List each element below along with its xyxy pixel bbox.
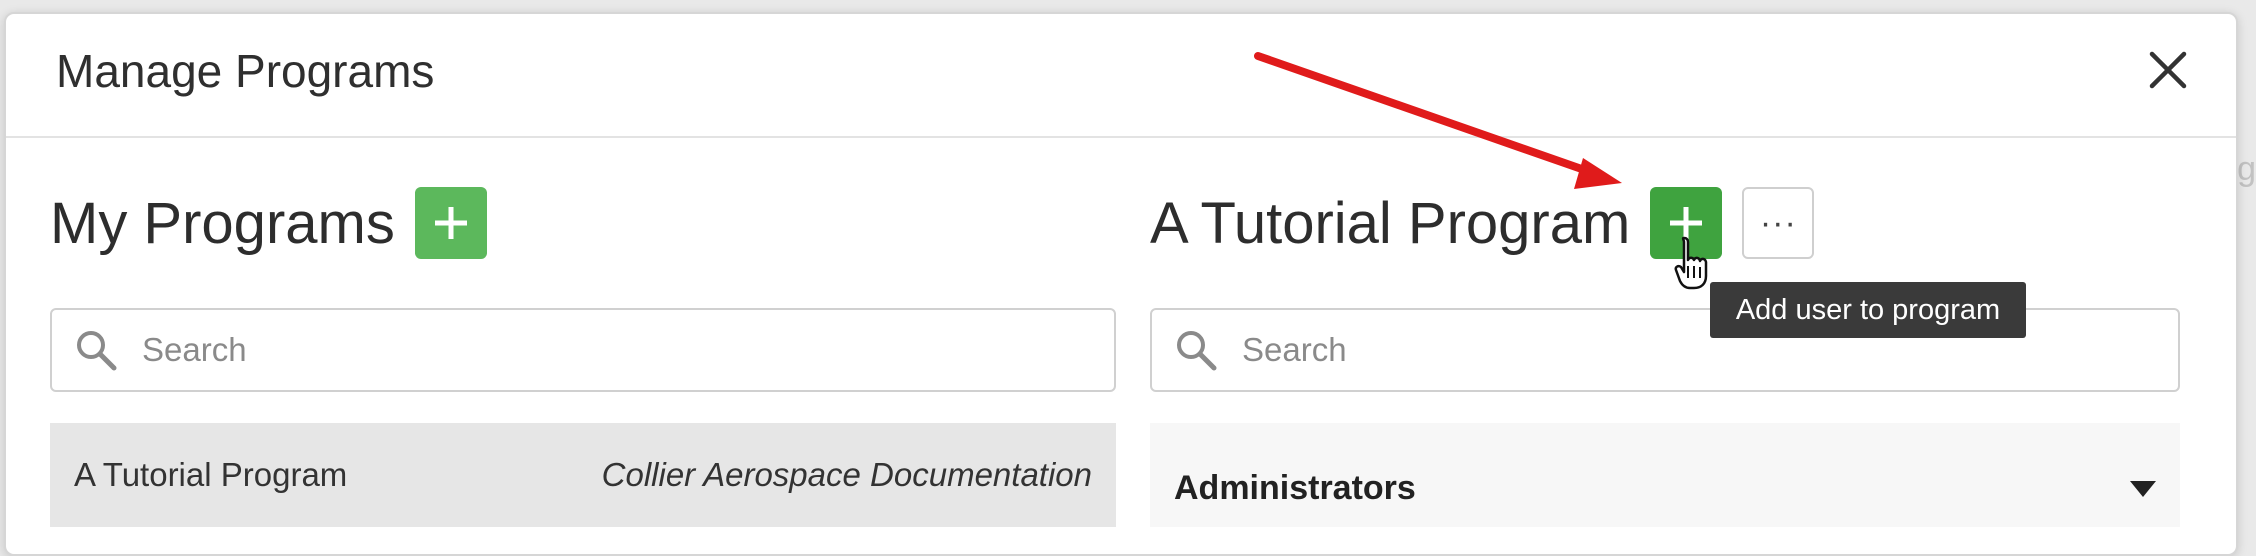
annotation-arrow	[1254, 52, 1622, 189]
